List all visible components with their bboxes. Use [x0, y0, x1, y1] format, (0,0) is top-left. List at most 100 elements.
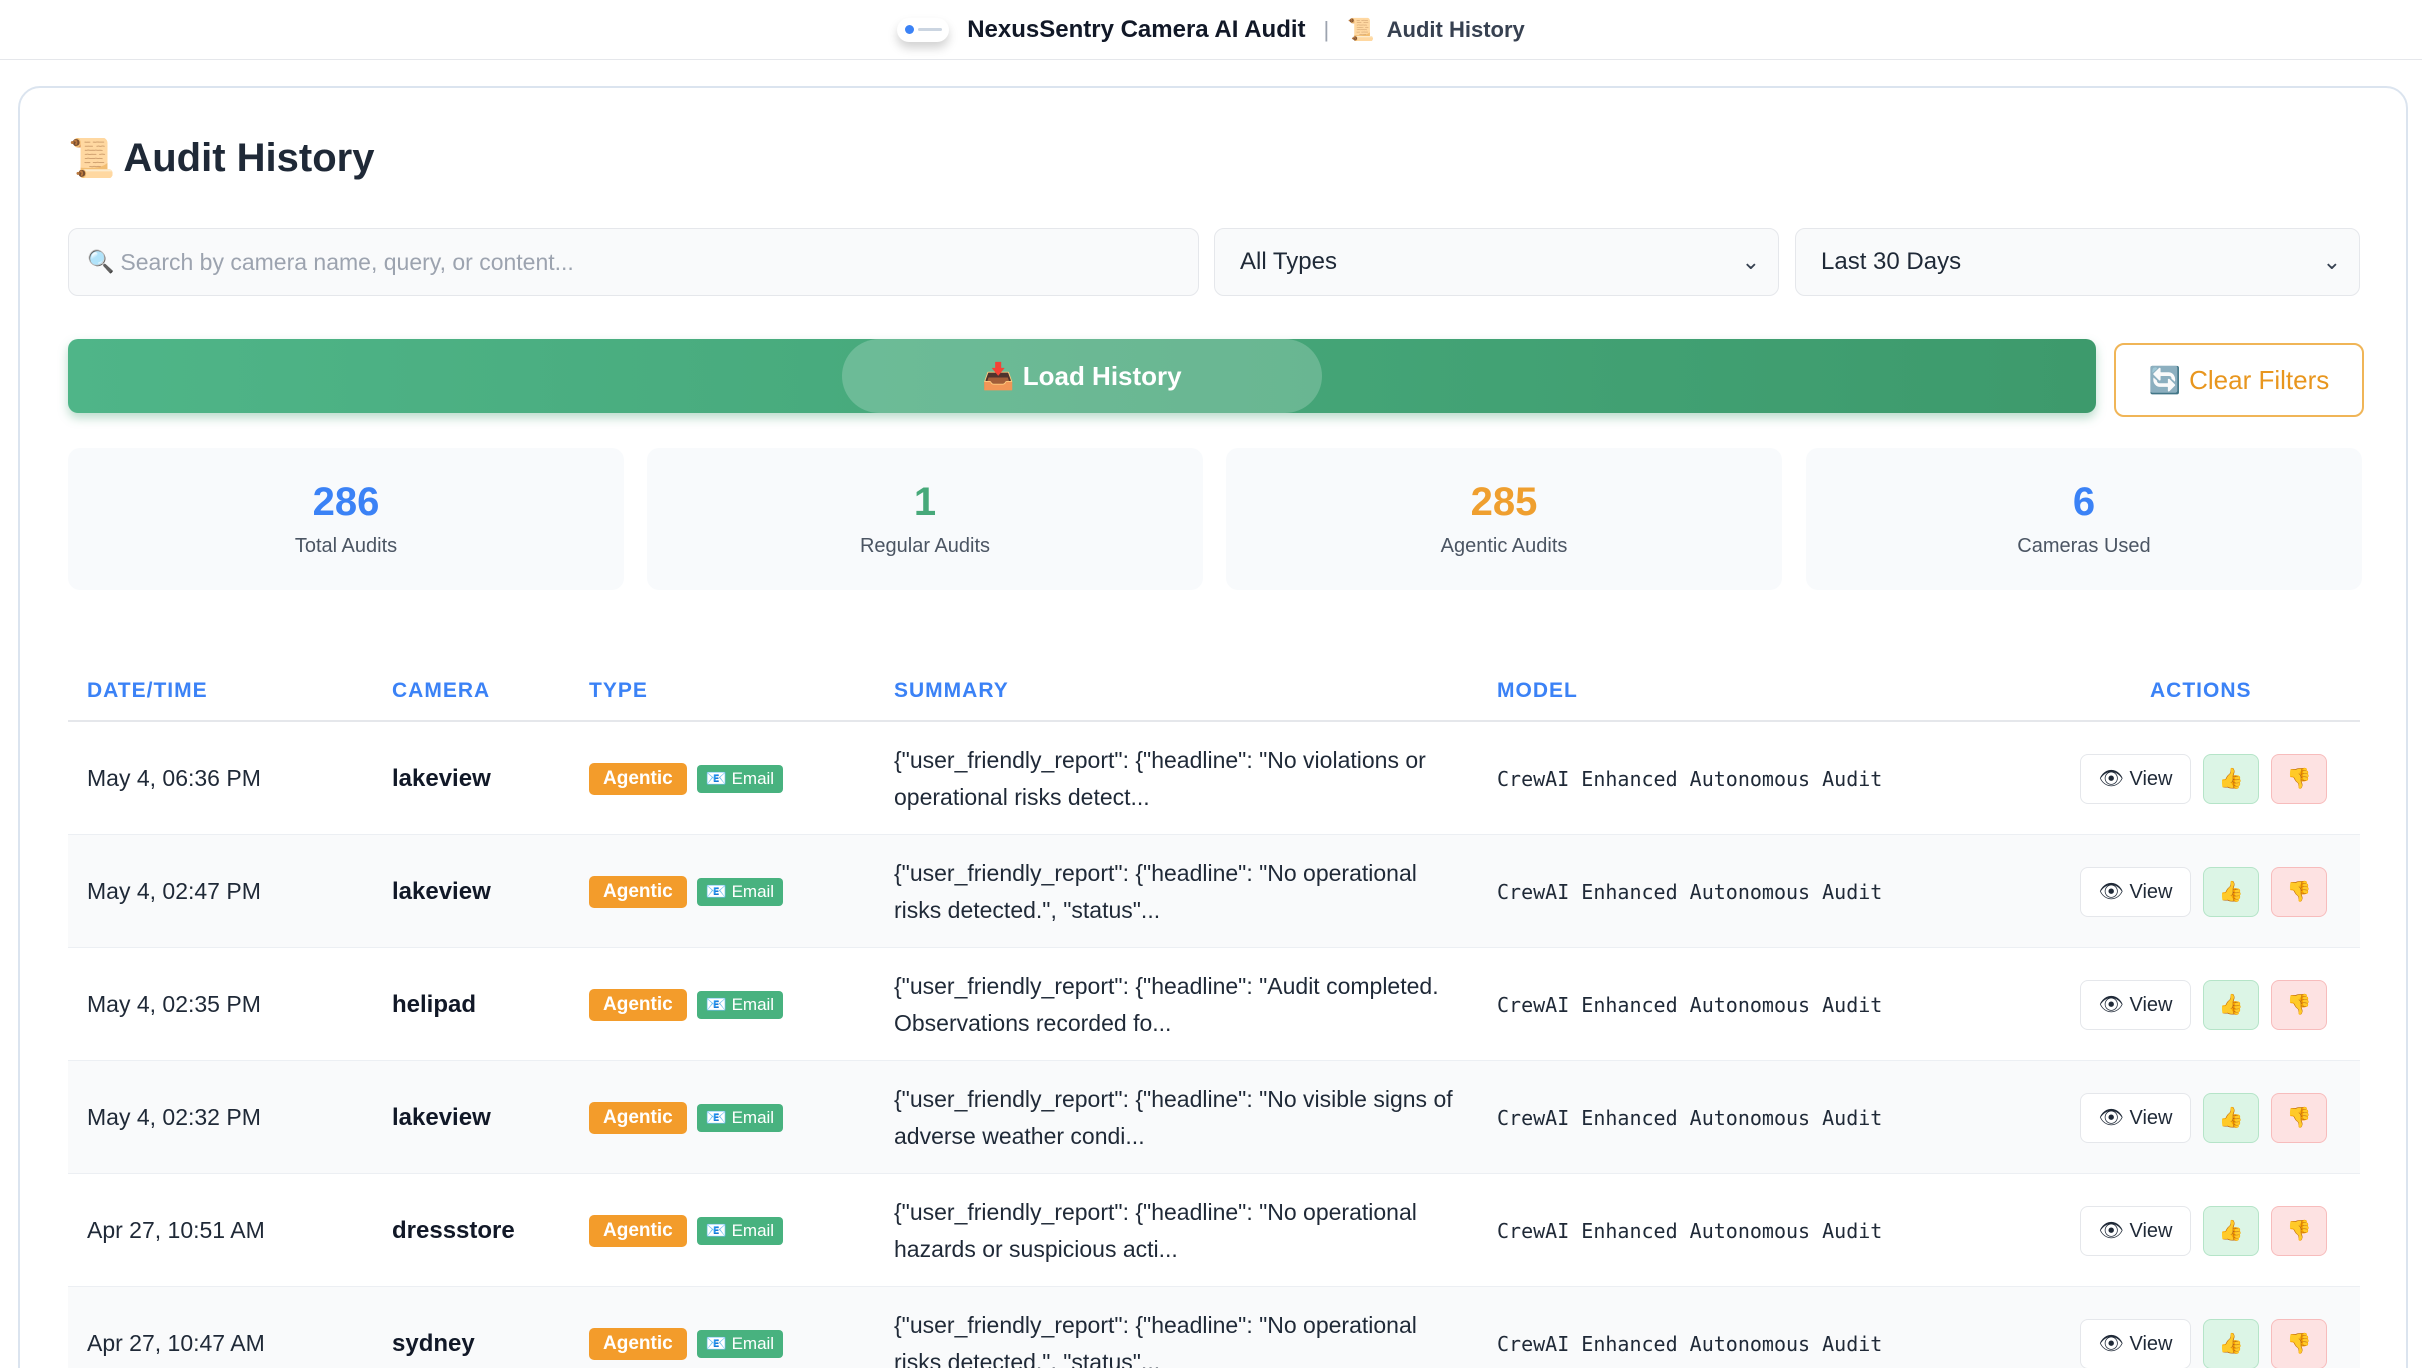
stat-cameras-used: 6 Cameras Used — [1806, 448, 2362, 590]
refresh-icon: 🔄 — [2148, 364, 2182, 395]
thumbs-up-icon[interactable]: 👍 — [2203, 979, 2259, 1030]
load-history-label: Load History — [1022, 360, 1182, 391]
channel-badge-email: 📧 Email — [696, 1216, 784, 1245]
view-button[interactable]: 👁 View — [2080, 1205, 2191, 1256]
column-header-summary[interactable]: SUMMARY — [894, 662, 1009, 720]
row-actions: 👁 View 👍 👎 — [2080, 1061, 2327, 1174]
row-datetime: May 4, 06:36 PM — [87, 765, 261, 791]
thumbs-up-icon[interactable]: 👍 — [2203, 753, 2259, 804]
row-summary: {"user_friendly_report": {"headline": "N… — [894, 1085, 1453, 1149]
view-button[interactable]: 👁 View — [2080, 1092, 2191, 1143]
column-header-datetime[interactable]: DATE/TIME — [87, 662, 208, 720]
stat-label: Regular Audits — [859, 535, 991, 557]
app-logo[interactable] — [897, 17, 950, 42]
thumbs-up-icon[interactable]: 👍 — [2203, 1205, 2259, 1256]
stat-value: 286 — [312, 480, 380, 524]
type-badge-agentic: Agentic — [589, 875, 687, 908]
table-row[interactable]: Apr 27, 10:47 AM sydney Agentic 📧 Email … — [68, 1287, 2360, 1368]
scroll-icon: 📜 — [68, 137, 116, 180]
top-bar: NexusSentry Camera AI Audit | 📜 Audit Hi… — [0, 0, 2422, 60]
table-header: DATE/TIME CAMERA TYPE SUMMARY MODEL ACTI… — [68, 662, 2360, 722]
row-type: Agentic 📧 Email — [589, 722, 784, 835]
type-select[interactable]: All Types ⌄ — [1214, 228, 1779, 296]
search-icon: 🔍 — [87, 249, 115, 274]
page-title: 📜 Audit History — [68, 136, 374, 181]
chevron-down-icon: ⌄ — [1741, 249, 1760, 274]
channel-badge-email: 📧 Email — [696, 877, 784, 906]
thumbs-up-icon[interactable]: 👍 — [2203, 866, 2259, 917]
stat-value: 6 — [2072, 480, 2096, 524]
row-datetime: Apr 27, 10:47 AM — [87, 1330, 265, 1356]
row-camera: helipad — [392, 990, 477, 1018]
column-header-camera[interactable]: CAMERA — [392, 662, 490, 720]
thumbs-up-icon[interactable]: 👍 — [2203, 1318, 2259, 1368]
thumbs-down-icon[interactable]: 👎 — [2271, 753, 2327, 804]
thumbs-down-icon[interactable]: 👎 — [2271, 979, 2327, 1030]
row-model: CrewAI Enhanced Autonomous Audit — [1497, 879, 1883, 904]
row-camera: lakeview — [392, 877, 491, 905]
row-camera: dressstore — [392, 1216, 515, 1244]
type-badge-agentic: Agentic — [589, 1101, 687, 1134]
search-input[interactable] — [120, 248, 1198, 276]
app-title[interactable]: NexusSentry Camera AI Audit — [967, 16, 1305, 44]
table-row[interactable]: May 4, 02:47 PM lakeview Agentic 📧 Email… — [68, 835, 2360, 948]
stat-value: 1 — [913, 480, 937, 524]
thumbs-down-icon[interactable]: 👎 — [2271, 1318, 2327, 1368]
row-type: Agentic 📧 Email — [589, 948, 784, 1061]
column-header-model[interactable]: MODEL — [1497, 662, 1578, 720]
row-datetime: May 4, 02:47 PM — [87, 878, 261, 904]
page-title-text: Audit History — [123, 136, 375, 180]
row-datetime: Apr 27, 10:51 AM — [87, 1217, 265, 1243]
row-actions: 👁 View 👍 👎 — [2080, 722, 2327, 835]
row-type: Agentic 📧 Email — [589, 1061, 784, 1174]
date-range-select-value: Last 30 Days — [1821, 248, 1962, 275]
row-type: Agentic 📧 Email — [589, 835, 784, 948]
table-row[interactable]: May 4, 02:35 PM helipad Agentic 📧 Email … — [68, 948, 2360, 1061]
column-header-type[interactable]: TYPE — [589, 662, 648, 720]
view-button[interactable]: 👁 View — [2080, 979, 2191, 1030]
clear-filters-button[interactable]: 🔄 Clear Filters — [2114, 343, 2364, 417]
view-button[interactable]: 👁 View — [2080, 866, 2191, 917]
clear-filters-label: Clear Filters — [2189, 364, 2330, 395]
channel-badge-email: 📧 Email — [696, 990, 784, 1019]
type-badge-agentic: Agentic — [589, 988, 687, 1021]
stat-regular-audits: 1 Regular Audits — [647, 448, 1203, 590]
channel-badge-email: 📧 Email — [696, 1103, 784, 1132]
table-row[interactable]: Apr 27, 10:51 AM dressstore Agentic 📧 Em… — [68, 1174, 2360, 1287]
thumbs-down-icon[interactable]: 👎 — [2271, 1205, 2327, 1256]
channel-badge-email: 📧 Email — [696, 764, 784, 793]
view-button[interactable]: 👁 View — [2080, 1318, 2191, 1368]
thumbs-down-icon[interactable]: 👎 — [2271, 1092, 2327, 1143]
row-type: Agentic 📧 Email — [589, 1174, 784, 1287]
table-body: May 4, 06:36 PM lakeview Agentic 📧 Email… — [68, 722, 2360, 1368]
row-datetime: May 4, 02:35 PM — [87, 991, 261, 1017]
row-actions: 👁 View 👍 👎 — [2080, 1287, 2327, 1368]
row-summary: {"user_friendly_report": {"headline": "N… — [894, 746, 1426, 810]
table-row[interactable]: May 4, 02:32 PM lakeview Agentic 📧 Email… — [68, 1061, 2360, 1174]
row-model: CrewAI Enhanced Autonomous Audit — [1497, 766, 1883, 791]
stat-label: Total Audits — [294, 535, 398, 557]
row-summary: {"user_friendly_report": {"headline": "N… — [894, 1311, 1417, 1368]
stat-label: Agentic Audits — [1440, 535, 1568, 557]
search-box[interactable]: 🔍 — [68, 228, 1199, 296]
date-range-select[interactable]: Last 30 Days ⌄ — [1795, 228, 2360, 296]
row-model: CrewAI Enhanced Autonomous Audit — [1497, 1218, 1883, 1243]
thumbs-down-icon[interactable]: 👎 — [2271, 866, 2327, 917]
stat-value: 285 — [1470, 480, 1538, 524]
breadcrumb-current: Audit History — [1386, 16, 1525, 42]
view-button[interactable]: 👁 View — [2080, 753, 2191, 804]
row-model: CrewAI Enhanced Autonomous Audit — [1497, 992, 1883, 1017]
column-header-actions: ACTIONS — [2150, 679, 2252, 702]
inbox-icon: 📥 — [982, 360, 1015, 391]
row-model: CrewAI Enhanced Autonomous Audit — [1497, 1331, 1883, 1356]
row-summary: {"user_friendly_report": {"headline": "A… — [894, 972, 1439, 1036]
load-history-button[interactable]: 📥 Load History — [68, 339, 2096, 413]
row-actions: 👁 View 👍 👎 — [2080, 835, 2327, 948]
type-badge-agentic: Agentic — [589, 762, 687, 795]
thumbs-up-icon[interactable]: 👍 — [2203, 1092, 2259, 1143]
row-type: Agentic 📧 Email — [589, 1287, 784, 1368]
audit-history-table: DATE/TIME CAMERA TYPE SUMMARY MODEL ACTI… — [68, 662, 2360, 1368]
table-row[interactable]: May 4, 06:36 PM lakeview Agentic 📧 Email… — [68, 722, 2360, 835]
audit-history-card: 📜 Audit History 🔍 All Types ⌄ Last 30 Da… — [18, 86, 2408, 1368]
channel-badge-email: 📧 Email — [696, 1329, 784, 1358]
